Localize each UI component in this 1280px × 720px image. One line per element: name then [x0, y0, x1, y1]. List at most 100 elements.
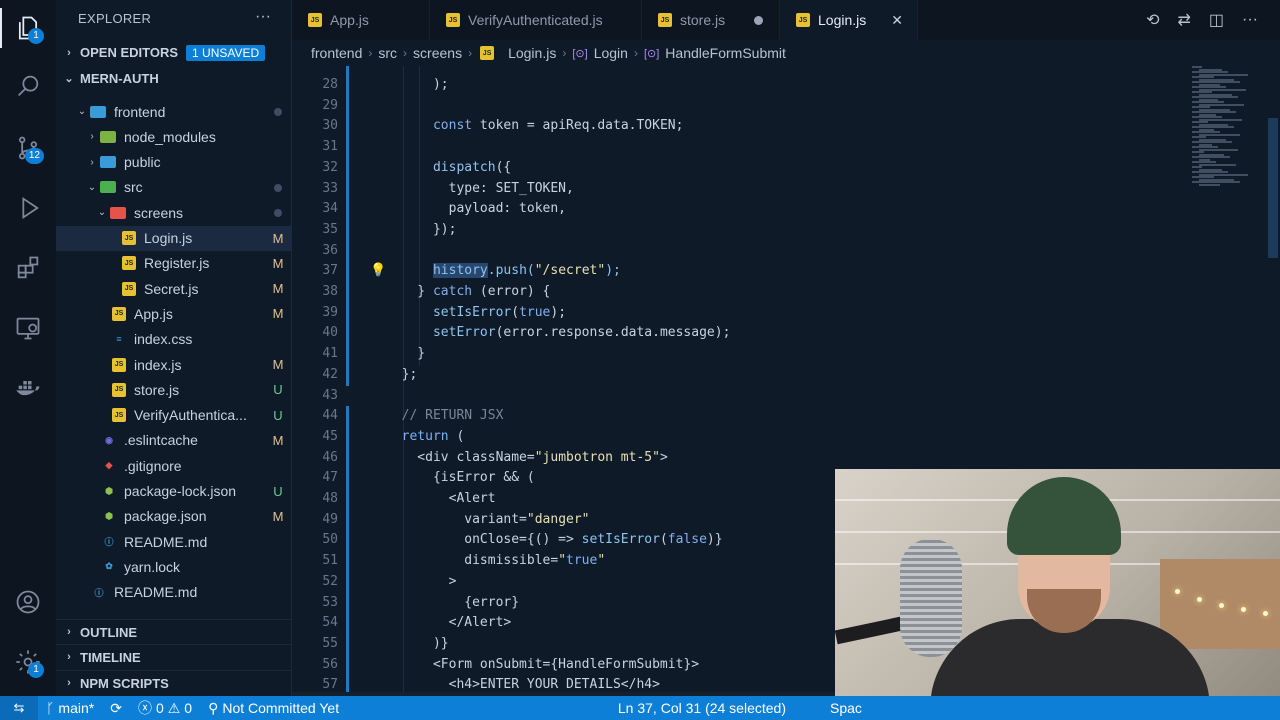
extensions-icon[interactable] [0, 244, 56, 292]
git-status-letter: M [272, 432, 284, 448]
code-line[interactable]: 31 [292, 137, 1182, 158]
lightbulb-icon[interactable]: 💡 [370, 263, 386, 278]
source-control-badge: 12 [24, 148, 44, 164]
tree-item[interactable]: ≡ index.css [56, 327, 292, 352]
sync-icon[interactable]: ⟳ [102, 696, 130, 720]
js-file-icon: JS [112, 408, 126, 423]
tab-app-js[interactable]: JS App.js [292, 0, 430, 40]
code-line[interactable]: 33 type: SET_TOKEN, [292, 179, 1182, 200]
git-blame-indicator[interactable]: ⚲ Not Committed Yet [200, 696, 347, 720]
problems-indicator[interactable]: ⓧ 0 ⚠ 0 [130, 696, 200, 720]
source-control-icon[interactable]: 12 [0, 124, 56, 172]
tree-item[interactable]: ⌄ src [56, 175, 292, 200]
tab-store-js[interactable]: JS store.js [642, 0, 780, 40]
close-icon[interactable]: ✕ [891, 12, 903, 29]
explorer-icon[interactable]: 1 [0, 4, 56, 52]
indentation-indicator[interactable]: Spac [822, 696, 1280, 720]
history-icon[interactable]: ⟲ [1146, 10, 1159, 30]
warning-icon: ⚠ [167, 699, 181, 716]
tree-item[interactable]: JS Secret.js M [56, 276, 292, 301]
code-line[interactable]: 45 return ( [292, 427, 1182, 448]
tree-item[interactable]: ⓘ README.md [56, 580, 292, 605]
commit-icon: ⚲ [208, 699, 219, 716]
breadcrumb-item[interactable]: HandleFormSubmit [665, 45, 786, 61]
code-line[interactable]: 40 setError(error.response.data.message)… [292, 323, 1182, 344]
tree-item[interactable]: JS store.js U [56, 377, 292, 402]
git-status-letter: M [272, 230, 284, 246]
code-line[interactable]: 42 }; [292, 365, 1182, 386]
tree-item-label: src [124, 179, 143, 196]
code-line[interactable]: 36 [292, 241, 1182, 262]
minimap[interactable] [1192, 66, 1264, 186]
code-line[interactable]: 46 <div className="jumbotron mt-5"> [292, 448, 1182, 469]
line-number: 56 [322, 656, 338, 672]
branch-indicator[interactable]: ᚴ main* [38, 696, 102, 720]
tree-item[interactable]: JS VerifyAuthentica... U [56, 403, 292, 428]
symbol-method-icon: [⊙] [572, 47, 588, 60]
tree-item[interactable]: ◆ .gitignore [56, 453, 292, 478]
code-line[interactable]: 38 } catch (error) { [292, 282, 1182, 303]
line-number: 54 [322, 615, 338, 631]
tree-item[interactable]: ⓘ README.md [56, 529, 292, 554]
js-file-icon: JS [122, 231, 136, 245]
more-actions-icon[interactable]: ··· [255, 8, 271, 26]
timeline-section[interactable]: › TIMELINE [56, 644, 292, 669]
code-line[interactable]: 34 payload: token, [292, 199, 1182, 220]
folder-icon [110, 206, 126, 219]
outline-section[interactable]: › OUTLINE [56, 619, 292, 644]
open-editors-section[interactable]: › OPEN EDITORS 1 UNSAVED [56, 40, 292, 65]
breadcrumb-item[interactable]: screens [413, 45, 462, 61]
breadcrumb-item[interactable]: Login.js [508, 45, 556, 61]
info-icon: ⓘ [104, 537, 114, 548]
code-line[interactable]: 30 const token = apiReq.data.TOKEN; [292, 116, 1182, 137]
breadcrumb-item[interactable]: src [378, 45, 397, 61]
code-line[interactable]: 28 ); [292, 75, 1182, 96]
code-line[interactable]: 39 setIsError(true); [292, 303, 1182, 324]
npm-scripts-section[interactable]: › NPM SCRIPTS [56, 670, 292, 695]
tree-item[interactable]: ⌄ frontend [56, 99, 292, 124]
code-line[interactable]: 29 [292, 96, 1182, 117]
unsaved-dot-icon[interactable] [754, 15, 763, 25]
line-number: 40 [322, 325, 338, 341]
tree-item[interactable]: JS Login.js M [56, 225, 292, 251]
tab-verify-authenticated-js[interactable]: JS VerifyAuthenticated.js [430, 0, 642, 40]
remote-explorer-icon[interactable] [0, 304, 56, 352]
code-line[interactable]: 41 } [292, 344, 1182, 365]
run-debug-icon[interactable] [0, 184, 56, 232]
tree-item[interactable]: ✿ yarn.lock [56, 554, 292, 579]
tree-item[interactable]: JS index.js M [56, 352, 292, 377]
tree-item[interactable]: ⬢ package-lock.json U [56, 479, 292, 504]
settings-gear-icon[interactable]: 1 [0, 638, 56, 686]
code-line[interactable]: 43 [292, 386, 1182, 407]
tree-item[interactable]: JS App.js M [56, 301, 292, 326]
code-text: // RETURN JSX [386, 408, 504, 424]
remote-icon[interactable]: ⇆ [0, 696, 38, 720]
tree-item[interactable]: ⌄ screens [56, 200, 292, 225]
folder-icon [90, 105, 106, 118]
more-actions-icon[interactable]: ··· [1242, 11, 1258, 29]
compare-changes-icon[interactable]: ⇄ [1177, 10, 1190, 30]
docker-icon[interactable] [0, 364, 56, 412]
tree-item[interactable]: › public [56, 150, 292, 175]
scrollbar-thumb[interactable] [1268, 118, 1278, 258]
split-editor-icon[interactable]: ◫ [1209, 10, 1224, 30]
breadcrumb-item[interactable]: Login [594, 45, 628, 61]
cursor-position[interactable]: Ln 37, Col 31 (24 selected) [610, 696, 822, 720]
tab-login-js[interactable]: JS Login.js ✕ [780, 0, 918, 40]
tree-item[interactable]: › node_modules [56, 124, 292, 149]
tree-item[interactable]: ⬢ package.json M [56, 504, 292, 529]
open-editors-label: OPEN EDITORS [80, 45, 179, 60]
code-line[interactable]: 35 }); [292, 220, 1182, 241]
tree-item[interactable]: JS Register.js M [56, 251, 292, 276]
tree-item[interactable]: ◉ .eslintcache M [56, 428, 292, 453]
css-file-icon: ≡ [116, 334, 122, 345]
breadcrumb-item[interactable]: frontend [311, 45, 362, 61]
code-line[interactable]: 32 dispatch({ [292, 158, 1182, 179]
line-number: 38 [322, 284, 338, 299]
search-icon[interactable] [0, 62, 56, 110]
modified-dot-icon [274, 209, 282, 218]
project-section[interactable]: ⌄ MERN-AUTH [56, 66, 292, 91]
code-line[interactable]: 44 // RETURN JSX [292, 406, 1182, 427]
account-icon[interactable] [0, 578, 56, 626]
code-line[interactable]: 37 history.push("/secret"); [292, 261, 1182, 282]
